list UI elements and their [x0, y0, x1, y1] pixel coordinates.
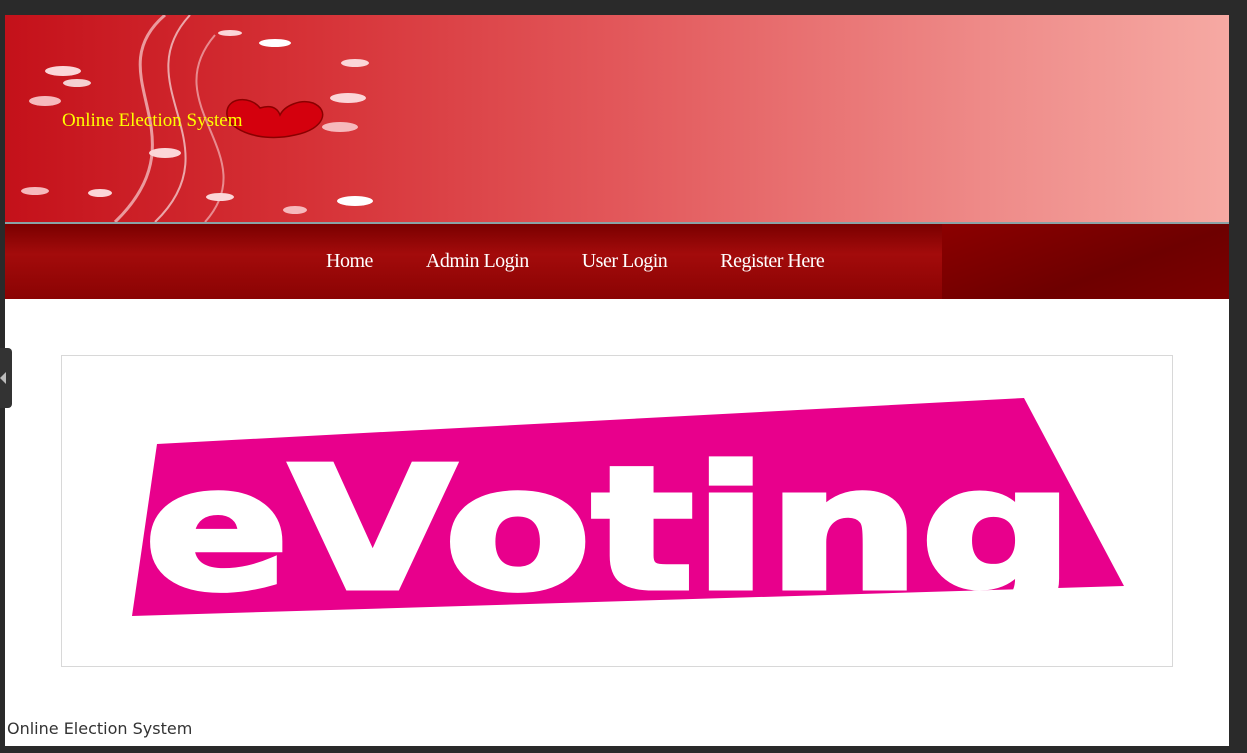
evoting-logo: eVoting — [132, 398, 1124, 632]
logo-text: eVoting — [144, 431, 1074, 629]
nav-menu: Home Admin Login User Login Register Her… — [326, 250, 877, 273]
footer-text: Online Election System — [7, 719, 193, 738]
nav-item-user-login[interactable]: User Login — [582, 250, 668, 273]
site-header: Online Election System — [5, 15, 1229, 224]
nav-right-panel — [942, 224, 1229, 299]
side-collapse-tab[interactable] — [0, 348, 12, 408]
nav-item-admin-login[interactable]: Admin Login — [426, 250, 529, 273]
main-nav: Home Admin Login User Login Register Her… — [5, 224, 1229, 299]
nav-item-home[interactable]: Home — [326, 250, 373, 273]
site-title: Online Election System — [62, 110, 243, 131]
nav-item-register[interactable]: Register Here — [720, 250, 825, 273]
side-collapse-arrow-icon — [0, 372, 6, 384]
page-frame: Online Election System Home Admin Login … — [5, 15, 1229, 746]
banner-box: eVoting — [61, 355, 1173, 667]
